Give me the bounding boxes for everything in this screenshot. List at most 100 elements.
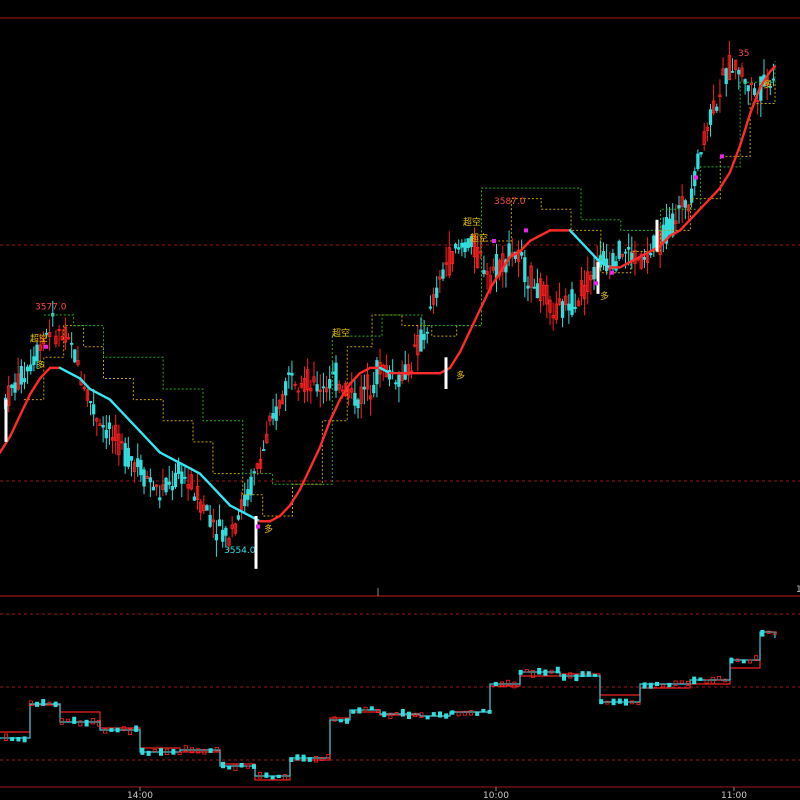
indicator-candle <box>655 681 660 687</box>
ma-curve-segment <box>358 366 372 375</box>
indicator-candle <box>692 676 697 685</box>
candle-body <box>290 372 294 376</box>
ma-curve-segment <box>688 208 702 222</box>
candle-body <box>173 472 178 488</box>
candle-body <box>261 449 266 451</box>
x-axis-tick-label: 14:00 <box>127 791 153 800</box>
candle-body <box>315 384 319 392</box>
indicator-candle <box>47 701 52 705</box>
candle-body <box>328 379 332 389</box>
indicator-candle <box>741 659 746 664</box>
indicator-candle <box>351 709 356 714</box>
indicator-candle <box>617 698 622 704</box>
candle-body <box>560 301 565 318</box>
ma-curve-segment <box>58 366 72 375</box>
candle-body <box>463 242 467 252</box>
ma-curve-segment <box>128 419 142 433</box>
ma-curve-segment <box>288 488 302 507</box>
candle-body <box>321 386 326 389</box>
candle-body <box>13 382 17 393</box>
indicator-candle <box>239 762 244 768</box>
ma-curve-segment <box>328 398 342 422</box>
low-price-label: 3554.0 <box>224 546 256 556</box>
candle-body <box>73 349 77 363</box>
candle-body <box>623 251 628 254</box>
indicator-candle <box>475 711 480 716</box>
candle-body <box>243 494 247 507</box>
candle-body <box>403 364 407 380</box>
candle-body <box>148 477 152 483</box>
ma-curve-segment <box>588 250 602 264</box>
indicator-candle <box>729 657 734 664</box>
chart-canvas[interactable]: 3577.03554.03587.035超空超空超空超空多多多多多1514:00… <box>0 0 800 800</box>
ma-curve-segment <box>718 171 732 190</box>
indicator-candle <box>307 757 312 762</box>
indicator-candle <box>611 698 616 706</box>
candle-body <box>183 476 187 479</box>
candle-body <box>362 386 366 390</box>
indicator-candle <box>574 674 579 682</box>
candle-body <box>532 286 536 289</box>
candle-body <box>453 243 458 249</box>
ma-curve-segment <box>768 65 777 73</box>
signal-label: 多 <box>36 359 45 371</box>
candle-body <box>29 364 33 372</box>
indicator-candle <box>16 736 21 742</box>
indicator-candle <box>158 748 163 756</box>
signal-marker <box>694 175 698 180</box>
indicator-candle <box>270 775 275 780</box>
ma-curve-segment <box>538 229 552 237</box>
signal-label: 超空 <box>463 216 481 228</box>
indicator-candle <box>555 666 560 674</box>
indicator-candle <box>134 725 139 732</box>
indicator-candle <box>648 682 653 689</box>
ma-curve-segment <box>198 472 212 486</box>
signal-marker <box>610 270 614 275</box>
signal-label: 多 <box>763 79 772 91</box>
indicator-candle <box>171 748 176 755</box>
candle-body <box>249 476 253 496</box>
candle-body <box>129 456 134 461</box>
x-axis-tick-label: 10:00 <box>483 791 509 800</box>
ma-curve-segment <box>698 197 712 211</box>
candle-body <box>205 505 209 511</box>
indicator-candle <box>450 710 455 715</box>
candle-body <box>535 283 540 299</box>
indicator-candle <box>146 750 151 756</box>
candle-body <box>287 372 291 375</box>
indicator-candle <box>115 727 120 733</box>
candle-body <box>394 382 398 385</box>
candle-body <box>435 287 439 298</box>
ma-curve-segment <box>68 371 82 380</box>
signal-marker <box>492 238 496 243</box>
signal-marker <box>594 281 598 286</box>
candle-body <box>208 514 212 527</box>
candle-body <box>22 378 27 383</box>
indicator-candle <box>506 679 511 686</box>
candle-body <box>667 218 672 236</box>
candle-body <box>356 399 360 409</box>
candle-body <box>101 424 105 428</box>
high-price-label-mid: 3587.0 <box>494 197 526 207</box>
candle-body <box>730 70 735 73</box>
candle-body <box>107 422 112 429</box>
indicator-candle <box>444 713 449 719</box>
candle-body <box>19 366 23 385</box>
candle-body <box>126 447 130 467</box>
indicator-candle <box>518 669 523 675</box>
candle-body <box>164 477 168 493</box>
candle-body <box>136 458 140 468</box>
candle-body <box>649 252 653 256</box>
candle-body <box>422 334 426 340</box>
indicator-candle <box>289 757 294 763</box>
candle-body <box>457 247 461 250</box>
ma-curve-segment <box>468 308 482 333</box>
candle-body <box>271 413 275 419</box>
ma-curve-segment <box>528 234 542 243</box>
indicator-candle <box>661 684 666 688</box>
indicator-candle <box>468 710 473 716</box>
indicator-candle <box>679 680 684 684</box>
candle-body <box>217 519 222 527</box>
ma-curve-segment <box>138 430 152 444</box>
indicator-candle <box>487 709 492 714</box>
